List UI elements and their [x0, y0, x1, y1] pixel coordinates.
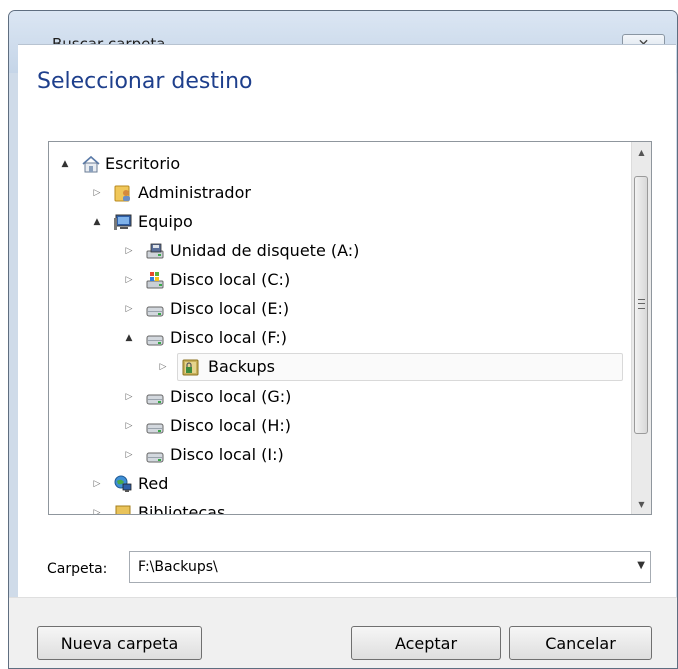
- browse-folder-dialog: Buscar carpeta ✕ Seleccionar destino ▲ E…: [8, 10, 678, 669]
- scroll-up-button[interactable]: ▲: [632, 142, 651, 162]
- tree-item-disk-f[interactable]: ▲ Disco local (F:): [49, 324, 629, 352]
- collapse-icon[interactable]: ▲: [91, 208, 103, 236]
- tree-item-disk-g[interactable]: ▷ Disco local (G:): [49, 383, 629, 411]
- tree-item-administrador[interactable]: ▷ Administrador: [49, 179, 629, 207]
- tree-item-label: Disco local (G:): [170, 387, 292, 406]
- user-folder-icon: [114, 185, 130, 202]
- grip-icon: [638, 299, 645, 309]
- tree-item-label: Disco local (F:): [170, 328, 287, 347]
- hard-drive-icon: [146, 335, 164, 346]
- library-icon: [115, 505, 131, 514]
- tree-item-escritorio[interactable]: ▲ Escritorio: [49, 150, 629, 178]
- tree-item-label: Equipo: [138, 212, 193, 231]
- folder-path-combobox[interactable]: F:\Backups\ ▼: [129, 551, 651, 583]
- chevron-up-icon: ▲: [638, 147, 645, 157]
- collapse-icon[interactable]: ▲: [59, 150, 71, 178]
- tree-item-label: Disco local (E:): [170, 299, 290, 318]
- folder-field-label: Carpeta:: [47, 561, 108, 577]
- expand-icon[interactable]: ▷: [91, 499, 103, 514]
- ok-button[interactable]: Aceptar: [351, 626, 501, 660]
- hard-drive-icon: [146, 306, 164, 317]
- tree-item-label: Disco local (H:): [170, 416, 292, 435]
- expand-icon[interactable]: ▷: [123, 266, 135, 294]
- tree-scrollbar[interactable]: ▲ ▼: [631, 142, 651, 514]
- home-desktop-icon: [82, 155, 100, 173]
- tree-item-label: Escritorio: [105, 154, 181, 173]
- network-icon: [114, 475, 132, 492]
- hard-drive-icon: [146, 423, 164, 434]
- collapse-icon[interactable]: ▲: [123, 324, 135, 352]
- tree-item-label: Backups: [208, 357, 275, 376]
- tree-item-disk-e[interactable]: ▷ Disco local (E:): [49, 295, 629, 323]
- tree-item-equipo[interactable]: ▲ Equipo: [49, 208, 629, 236]
- tree-item-label: Bibliotecas: [138, 503, 226, 515]
- folder-path-value[interactable]: F:\Backups\: [138, 559, 218, 575]
- tree-item-backups[interactable]: ▷ Backups: [49, 353, 629, 381]
- tree-item-disk-c[interactable]: ▷ Disco local (C:): [49, 266, 629, 294]
- tree-item-label: Disco local (C:): [170, 270, 291, 289]
- cancel-button[interactable]: Cancelar: [509, 626, 652, 660]
- tree-item-bibliotecas[interactable]: ▷ Bibliotecas: [49, 499, 629, 515]
- computer-icon: [114, 214, 132, 230]
- chevron-down-icon[interactable]: ▼: [637, 560, 645, 571]
- tree-item-label: Disco local (I:): [170, 445, 284, 464]
- chevron-down-icon: ▼: [638, 499, 645, 509]
- tree-item-label: Administrador: [138, 183, 251, 202]
- scroll-thumb[interactable]: [634, 176, 648, 434]
- instruction-heading: Seleccionar destino: [37, 69, 253, 94]
- expand-icon[interactable]: ▷: [123, 295, 135, 323]
- tree-item-label: Unidad de disquete (A:): [170, 241, 360, 260]
- scroll-down-button[interactable]: ▼: [632, 494, 651, 514]
- tree-item-red[interactable]: ▷ Red: [49, 470, 629, 498]
- tree-item-floppy-a[interactable]: ▷ Unidad de disquete (A:): [49, 237, 629, 265]
- expand-icon[interactable]: ▷: [123, 237, 135, 265]
- expand-icon[interactable]: ▷: [91, 179, 103, 207]
- expand-icon[interactable]: ▷: [123, 412, 135, 440]
- expand-icon[interactable]: ▷: [123, 441, 135, 469]
- expand-icon[interactable]: ▷: [157, 353, 169, 381]
- floppy-drive-icon: [146, 243, 164, 259]
- expand-icon[interactable]: ▷: [123, 383, 135, 411]
- windows-drive-icon: [146, 272, 164, 289]
- expand-icon[interactable]: ▷: [91, 470, 103, 498]
- tree-item-disk-i[interactable]: ▷ Disco local (I:): [49, 441, 629, 469]
- locked-folder-icon: [182, 359, 199, 376]
- hard-drive-icon: [146, 394, 164, 405]
- tree-item-label: Red: [138, 474, 169, 493]
- hard-drive-icon: [146, 452, 164, 463]
- tree-item-disk-h[interactable]: ▷ Disco local (H:): [49, 412, 629, 440]
- new-folder-button[interactable]: Nueva carpeta: [37, 626, 202, 660]
- folder-tree[interactable]: ▲ Escritorio ▷ Administrador ▲ Equipo ▷ …: [48, 141, 652, 515]
